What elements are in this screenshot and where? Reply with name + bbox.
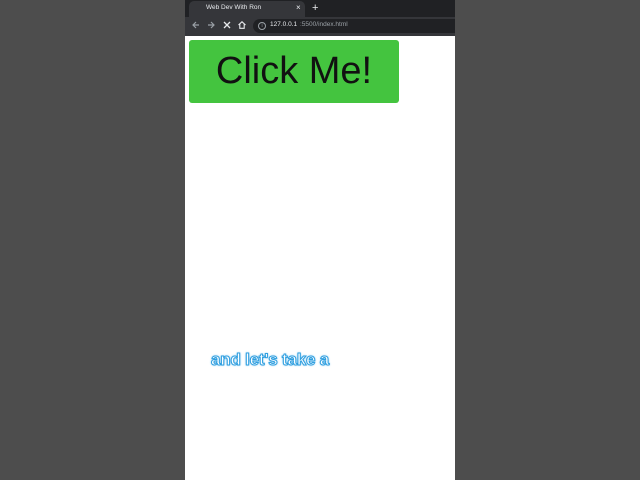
home-icon[interactable] — [236, 20, 248, 32]
stop-loading-icon[interactable] — [221, 20, 233, 32]
tab-close-icon[interactable]: × — [296, 3, 301, 13]
tab-strip: Web Dev With Ron × + — [185, 0, 455, 17]
video-caption: and let's take a — [210, 350, 330, 370]
back-arrow-icon[interactable] — [190, 20, 202, 32]
browser-tab[interactable]: Web Dev With Ron × — [189, 1, 305, 17]
url-host: 127.0.0.1 — [270, 21, 298, 28]
click-me-button[interactable]: Click Me! — [189, 40, 399, 103]
url-path: :5500/index.html — [300, 21, 348, 28]
tab-title: Web Dev With Ron — [206, 4, 262, 11]
new-tab-icon[interactable]: + — [312, 1, 318, 15]
address-bar[interactable]: i 127.0.0.1 :5500/index.html — [253, 19, 455, 33]
browser-window: Web Dev With Ron × + i 127.0.0.1 :5500/i… — [185, 0, 455, 480]
info-icon[interactable]: i — [258, 22, 266, 30]
forward-arrow-icon[interactable] — [205, 20, 217, 32]
video-frame: Web Dev With Ron × + i 127.0.0.1 :5500/i… — [0, 0, 640, 480]
page-viewport: Click Me! — [185, 36, 455, 480]
browser-toolbar: i 127.0.0.1 :5500/index.html — [185, 17, 455, 36]
